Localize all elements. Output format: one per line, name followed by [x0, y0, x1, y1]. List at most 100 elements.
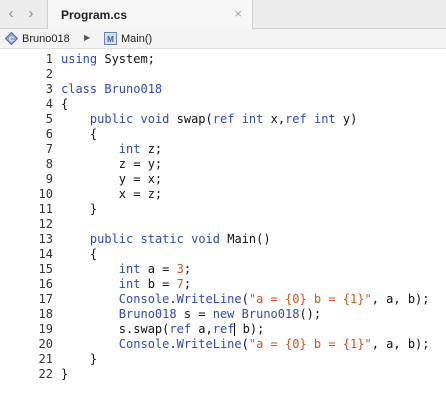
code-text: {	[61, 97, 68, 112]
code-line[interactable]: 15 int a = 3;	[0, 262, 446, 277]
code-token: x = z;	[61, 187, 163, 201]
keyword-token: Bruno018	[241, 307, 300, 321]
code-text: z = y;	[61, 157, 162, 172]
line-number: 5	[45, 112, 53, 126]
code-text: y = x;	[61, 172, 162, 187]
code-line[interactable]: 13 public static void Main()	[0, 232, 446, 247]
code-line[interactable]: 11 }	[0, 202, 446, 217]
code-line[interactable]: 21 }	[0, 352, 446, 367]
keyword-token: Bruno018	[104, 82, 163, 96]
code-text: using System;	[61, 52, 155, 67]
breadcrumb-method[interactable]: Main()	[121, 33, 152, 45]
keyword-token: WriteLine	[176, 337, 242, 351]
code-line[interactable]: 7 int z;	[0, 142, 446, 157]
string-token: "a = {0} b = {1}"	[248, 337, 372, 351]
code-line[interactable]: 16 int b = 7;	[0, 277, 446, 292]
keyword-token: public	[89, 112, 134, 126]
code-text: class Bruno018	[61, 82, 162, 97]
line-number: 17	[38, 292, 53, 306]
code-token: x,	[263, 112, 286, 126]
code-line[interactable]: 4{	[0, 97, 446, 112]
line-number: 19	[38, 322, 53, 336]
code-token: ;	[183, 262, 192, 276]
line-number: 3	[45, 82, 53, 96]
code-token: }	[61, 202, 98, 216]
code-line[interactable]: 20 Console.WriteLine("a = {0} b = {1}", …	[0, 337, 446, 352]
line-number: 21	[38, 352, 53, 366]
code-line[interactable]: 22}	[0, 367, 446, 382]
code-text: int z;	[61, 142, 162, 157]
line-number: 7	[45, 142, 53, 156]
string-token: "a = {0} b = {1}"	[248, 292, 372, 306]
line-number: 6	[45, 127, 53, 141]
code-token: Main()	[220, 232, 271, 246]
code-token: (	[241, 292, 249, 306]
code-token: s.swap(	[61, 322, 170, 336]
code-line[interactable]: 10 x = z;	[0, 187, 446, 202]
code-text: {	[61, 247, 97, 262]
code-line[interactable]: 8 z = y;	[0, 157, 446, 172]
code-line[interactable]: 12	[0, 217, 446, 232]
code-token: y)	[335, 112, 358, 126]
keyword-token: Bruno018	[118, 307, 177, 321]
code-line[interactable]: 2	[0, 67, 446, 82]
line-number: 8	[45, 157, 53, 171]
code-token: , a, b);	[371, 292, 430, 306]
back-arrow-icon[interactable]: ‹	[4, 6, 18, 22]
code-line[interactable]: 3 class Bruno018	[0, 82, 446, 97]
line-number: 16	[38, 277, 53, 291]
code-token: {	[61, 97, 69, 111]
code-text: Console.WriteLine("a = {0} b = {1}", a, …	[61, 337, 430, 352]
close-icon[interactable]: ×	[234, 6, 242, 21]
breadcrumb: C Bruno018 ▶ M Main()	[0, 29, 446, 49]
line-number: 12	[38, 217, 53, 231]
code-token: .	[169, 337, 177, 351]
keyword-token: Console	[118, 337, 170, 351]
code-text: Bruno018 s = new Bruno018();	[61, 307, 321, 322]
forward-arrow-icon[interactable]: ›	[24, 6, 38, 22]
code-text: Console.WriteLine("a = {0} b = {1}", a, …	[61, 292, 430, 307]
keyword-token: Console	[118, 292, 170, 306]
number-token: 7	[176, 277, 184, 291]
code-line[interactable]: 19 s.swap(ref a,ref b);	[0, 322, 446, 337]
keyword-token: new	[212, 307, 235, 321]
line-number: 10	[38, 187, 53, 201]
code-editor[interactable]: 1 using System; 2 3 class Bruno018 4{5 public…	[0, 49, 446, 405]
method-icon: M	[104, 32, 117, 45]
code-line[interactable]: 18 Bruno018 s = new Bruno018();	[0, 307, 446, 322]
line-number: 11	[38, 202, 53, 216]
class-icon: C	[5, 32, 18, 45]
line-number: 4	[45, 97, 53, 111]
keyword-token: void	[140, 112, 170, 126]
code-line[interactable]: 1 using System;	[0, 52, 446, 67]
code-text: x = z;	[61, 187, 162, 202]
tab-program-cs[interactable]: Program.cs ×	[47, 0, 253, 29]
code-line[interactable]: 6 {	[0, 127, 446, 142]
code-line[interactable]: 14 {	[0, 247, 446, 262]
code-line[interactable]: 9 y = x;	[0, 172, 446, 187]
code-token: ;	[183, 277, 192, 291]
keyword-token: int	[241, 112, 264, 126]
svg-text:M: M	[107, 35, 114, 44]
keyword-token: int	[118, 142, 141, 156]
keyword-token: public	[89, 232, 134, 246]
code-text: int a = 3;	[61, 262, 191, 277]
code-text: public static void Main()	[61, 232, 271, 247]
code-token: {	[61, 247, 98, 261]
code-token: (	[241, 337, 249, 351]
keyword-token: static	[140, 232, 184, 246]
code-token: z = y;	[61, 157, 163, 171]
code-line[interactable]: 17 Console.WriteLine("a = {0} b = {1}", …	[0, 292, 446, 307]
line-number: 2	[45, 67, 53, 81]
code-token: a,	[191, 322, 213, 336]
keyword-token: ref	[212, 322, 235, 336]
code-token: }	[61, 352, 98, 366]
code-line[interactable]: 5 public void swap(ref int x,ref int y)	[0, 112, 446, 127]
breadcrumb-class[interactable]: Bruno018	[22, 33, 70, 45]
